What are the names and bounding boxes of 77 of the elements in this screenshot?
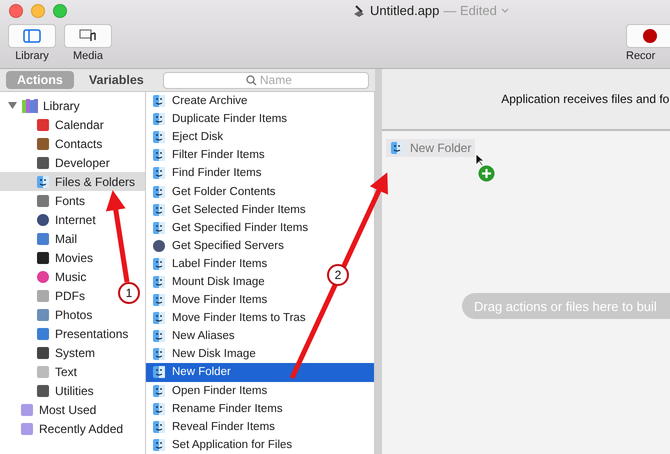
sidebar-item[interactable]: Internet: [0, 210, 100, 229]
action-item[interactable]: Get Folder Contents: [146, 182, 280, 201]
chevron-icon: [500, 8, 509, 14]
action-item[interactable]: New Disk Image: [146, 345, 260, 364]
search-icon: [246, 74, 257, 86]
finder-icon: [152, 202, 166, 217]
window-title: Untitled.app: [370, 3, 440, 18]
library-icon: [22, 98, 38, 112]
tab[interactable]: Variables: [78, 71, 155, 89]
record-icon: [643, 29, 657, 43]
sidebar-item[interactable]: Recently Added: [0, 419, 128, 438]
action-item[interactable]: Get Specified Finder Items: [146, 218, 312, 237]
sidebar-item[interactable]: System: [0, 343, 100, 362]
sidebar-item[interactable]: Utilities: [0, 381, 98, 400]
finder-icon: [152, 311, 166, 326]
action-item[interactable]: Move Finder Items to Tras: [146, 309, 310, 328]
sidebar-item[interactable]: Text: [0, 362, 82, 381]
sidebar-item[interactable]: Calendar: [0, 115, 108, 134]
finder-icon: [152, 166, 166, 180]
action-item[interactable]: Reveal Finder Items: [146, 418, 279, 436]
sidebar-item[interactable]: Music: [0, 267, 90, 286]
finder-icon: [152, 347, 166, 362]
sidebar-icon: [23, 29, 41, 43]
finder-icon: [152, 293, 166, 308]
search-field[interactable]: Name: [162, 72, 369, 88]
media-icon: [79, 29, 97, 43]
sidebar-item[interactable]: Developer: [0, 153, 114, 172]
action-item[interactable]: Rename Finder Items: [146, 400, 287, 418]
finder-icon: [152, 420, 166, 434]
library-row[interactable]: Library: [0, 96, 84, 115]
finder-icon: [390, 141, 404, 155]
finder-icon: [152, 329, 166, 344]
action-item[interactable]: Filter Finder Items: [146, 146, 269, 164]
sidebar-item[interactable]: Mail: [0, 229, 82, 248]
action-item[interactable]: Duplicate Finder Items: [146, 110, 292, 128]
action-item[interactable]: New Aliases: [146, 327, 239, 346]
action-item[interactable]: Label Finder Items: [146, 254, 272, 273]
sidebar-item[interactable]: Files & Folders: [0, 172, 145, 191]
disclosure-triangle-icon[interactable]: [8, 101, 17, 110]
action-item[interactable]: Eject Disk: [146, 128, 228, 146]
sidebar-item[interactable]: Presentations: [0, 324, 132, 343]
finder-icon: [152, 184, 166, 199]
finder-icon: [152, 94, 166, 108]
close-button[interactable]: [9, 4, 23, 18]
finder-icon: [152, 112, 166, 126]
add-icon: [478, 165, 495, 182]
action-item[interactable]: Open Finder Items: [146, 382, 272, 400]
app-icon: [352, 4, 366, 18]
sidebar-item[interactable]: Contacts: [0, 134, 106, 153]
action-item[interactable]: Find Finder Items: [146, 164, 266, 182]
sidebar-item[interactable]: Most Used: [0, 400, 100, 419]
action-item[interactable]: Set Application for Files: [146, 436, 296, 454]
action-item[interactable]: Get Specified Servers: [146, 236, 288, 255]
finder-icon: [152, 130, 166, 144]
workflow-header-text: Application receives files and fol: [501, 92, 670, 106]
finder-icon: [152, 365, 166, 380]
action-item[interactable]: Create Archive: [146, 92, 252, 110]
sidebar-item[interactable]: PDFs: [0, 286, 89, 305]
sidebar-item[interactable]: Photos: [0, 305, 96, 324]
finder-icon: [152, 438, 166, 452]
action-item[interactable]: New Folder: [146, 363, 374, 382]
sidebar-item[interactable]: Fonts: [0, 191, 90, 210]
zoom-button[interactable]: [53, 4, 67, 18]
action-item[interactable]: Get Selected Finder Items: [146, 200, 310, 219]
finder-icon: [152, 402, 166, 416]
finder-icon: [152, 274, 166, 289]
finder-icon: [36, 174, 50, 188]
action-item[interactable]: Move Finder Items: [146, 291, 272, 310]
dragged-action: New Folder: [386, 139, 476, 157]
finder-icon: [152, 220, 166, 235]
sidebar-item[interactable]: Movies: [0, 248, 98, 267]
finder-icon: [152, 148, 166, 162]
action-item[interactable]: Mount Disk Image: [146, 272, 269, 292]
finder-icon: [152, 256, 166, 271]
cursor-icon: [475, 153, 485, 167]
finder-icon: [152, 384, 166, 398]
minimize-button[interactable]: [31, 4, 45, 18]
